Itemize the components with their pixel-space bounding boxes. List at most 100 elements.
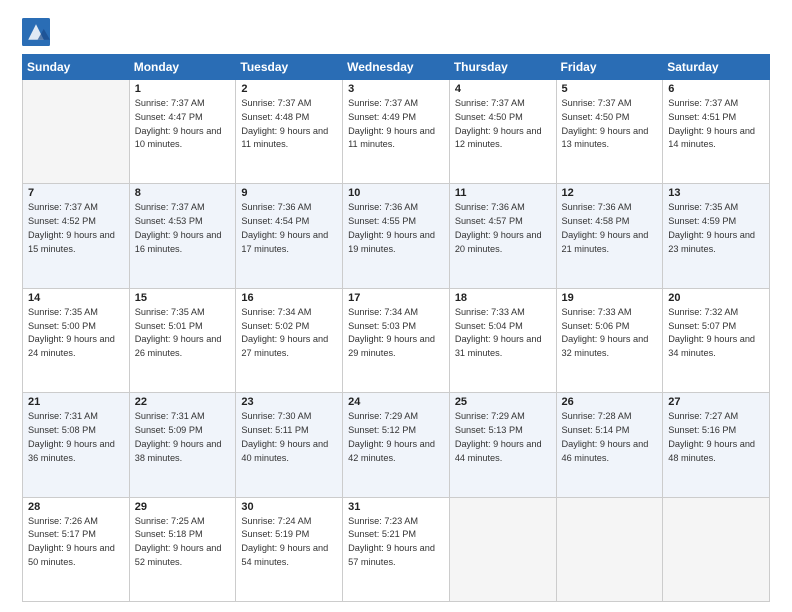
- calendar-cell: 2 Sunrise: 7:37 AMSunset: 4:48 PMDaylight…: [236, 80, 343, 184]
- day-number: 18: [455, 292, 551, 304]
- calendar-cell: 28 Sunrise: 7:26 AMSunset: 5:17 PMDayligh…: [23, 497, 130, 601]
- day-number: 3: [348, 83, 444, 95]
- calendar-cell: 10Sunrise: 7:36 AMSunset: 4:55 PMDayligh…: [343, 184, 450, 288]
- calendar-cell: 26Sunrise: 7:28 AMSunset: 5:14 PMDayligh…: [556, 393, 663, 497]
- day-info: Sunrise: 7:37 AMSunset: 4:53 PMDaylight:…: [135, 201, 231, 256]
- day-info: Sunrise: 7:36 AMSunset: 4:58 PMDaylight:…: [562, 201, 658, 256]
- calendar-week-row: 7 Sunrise: 7:37 AMSunset: 4:52 PMDaylight…: [23, 184, 770, 288]
- header: [22, 18, 770, 46]
- day-info: Sunrise: 7:29 AMSunset: 5:12 PMDaylight:…: [348, 410, 444, 465]
- day-number: 9: [241, 187, 337, 199]
- day-info: Sunrise: 7:29 AMSunset: 5:13 PMDaylight:…: [455, 410, 551, 465]
- day-info: Sunrise: 7:25 AMSunset: 5:18 PMDaylight:…: [135, 515, 231, 570]
- day-number: 26: [562, 396, 658, 408]
- calendar-cell: 12 Sunrise: 7:36 AMSunset: 4:58 PMDayligh…: [556, 184, 663, 288]
- day-number: 7: [28, 187, 124, 199]
- day-info: Sunrise: 7:37 AMSunset: 4:52 PMDaylight:…: [28, 201, 124, 256]
- calendar-cell: [23, 80, 130, 184]
- calendar-week-row: 14 Sunrise: 7:35 AMSunset: 5:00 PMDayligh…: [23, 288, 770, 392]
- day-info: Sunrise: 7:23 AMSunset: 5:21 PMDaylight:…: [348, 515, 444, 570]
- day-info: Sunrise: 7:34 AMSunset: 5:02 PMDaylight:…: [241, 306, 337, 361]
- day-number: 2: [241, 83, 337, 95]
- calendar-cell: 24Sunrise: 7:29 AMSunset: 5:12 PMDayligh…: [343, 393, 450, 497]
- day-number: 11: [455, 187, 551, 199]
- day-info: Sunrise: 7:35 AMSunset: 4:59 PMDaylight:…: [668, 201, 764, 256]
- day-number: 17: [348, 292, 444, 304]
- day-info: Sunrise: 7:34 AMSunset: 5:03 PMDaylight:…: [348, 306, 444, 361]
- calendar-cell: 29 Sunrise: 7:25 AMSunset: 5:18 PMDayligh…: [129, 497, 236, 601]
- calendar-cell: 31 Sunrise: 7:23 AMSunset: 5:21 PMDayligh…: [343, 497, 450, 601]
- calendar-header-wednesday: Wednesday: [343, 55, 450, 80]
- calendar-header-row: SundayMondayTuesdayWednesdayThursdayFrid…: [23, 55, 770, 80]
- calendar-cell: 5 Sunrise: 7:37 AMSunset: 4:50 PMDaylight…: [556, 80, 663, 184]
- logo-icon: [22, 18, 50, 46]
- day-info: Sunrise: 7:32 AMSunset: 5:07 PMDaylight:…: [668, 306, 764, 361]
- day-info: Sunrise: 7:37 AMSunset: 4:49 PMDaylight:…: [348, 97, 444, 152]
- day-number: 1: [135, 83, 231, 95]
- day-number: 30: [241, 501, 337, 513]
- day-number: 16: [241, 292, 337, 304]
- day-info: Sunrise: 7:37 AMSunset: 4:48 PMDaylight:…: [241, 97, 337, 152]
- calendar-cell: 8 Sunrise: 7:37 AMSunset: 4:53 PMDaylight…: [129, 184, 236, 288]
- calendar-cell: 23 Sunrise: 7:30 AMSunset: 5:11 PMDayligh…: [236, 393, 343, 497]
- day-info: Sunrise: 7:36 AMSunset: 4:54 PMDaylight:…: [241, 201, 337, 256]
- calendar-week-row: 1Sunrise: 7:37 AMSunset: 4:47 PMDaylight…: [23, 80, 770, 184]
- calendar-cell: 30 Sunrise: 7:24 AMSunset: 5:19 PMDayligh…: [236, 497, 343, 601]
- calendar-cell: [556, 497, 663, 601]
- day-number: 4: [455, 83, 551, 95]
- calendar-table: SundayMondayTuesdayWednesdayThursdayFrid…: [22, 54, 770, 602]
- calendar-cell: 13 Sunrise: 7:35 AMSunset: 4:59 PMDayligh…: [663, 184, 770, 288]
- day-number: 28: [28, 501, 124, 513]
- day-info: Sunrise: 7:33 AMSunset: 5:04 PMDaylight:…: [455, 306, 551, 361]
- day-info: Sunrise: 7:26 AMSunset: 5:17 PMDaylight:…: [28, 515, 124, 570]
- calendar-cell: 3 Sunrise: 7:37 AMSunset: 4:49 PMDaylight…: [343, 80, 450, 184]
- day-number: 5: [562, 83, 658, 95]
- day-info: Sunrise: 7:37 AMSunset: 4:50 PMDaylight:…: [562, 97, 658, 152]
- calendar-header-saturday: Saturday: [663, 55, 770, 80]
- day-number: 6: [668, 83, 764, 95]
- calendar-cell: 4 Sunrise: 7:37 AMSunset: 4:50 PMDaylight…: [449, 80, 556, 184]
- calendar-cell: 18 Sunrise: 7:33 AMSunset: 5:04 PMDayligh…: [449, 288, 556, 392]
- day-number: 13: [668, 187, 764, 199]
- day-info: Sunrise: 7:31 AMSunset: 5:09 PMDaylight:…: [135, 410, 231, 465]
- day-number: 23: [241, 396, 337, 408]
- calendar-header-sunday: Sunday: [23, 55, 130, 80]
- calendar-cell: 7 Sunrise: 7:37 AMSunset: 4:52 PMDaylight…: [23, 184, 130, 288]
- day-number: 25: [455, 396, 551, 408]
- calendar-cell: 17 Sunrise: 7:34 AMSunset: 5:03 PMDayligh…: [343, 288, 450, 392]
- day-info: Sunrise: 7:24 AMSunset: 5:19 PMDaylight:…: [241, 515, 337, 570]
- day-number: 15: [135, 292, 231, 304]
- day-number: 19: [562, 292, 658, 304]
- calendar-cell: 20Sunrise: 7:32 AMSunset: 5:07 PMDayligh…: [663, 288, 770, 392]
- calendar-header-monday: Monday: [129, 55, 236, 80]
- calendar-cell: 27 Sunrise: 7:27 AMSunset: 5:16 PMDayligh…: [663, 393, 770, 497]
- day-number: 29: [135, 501, 231, 513]
- logo: [22, 18, 56, 46]
- calendar-header-thursday: Thursday: [449, 55, 556, 80]
- calendar-cell: 6 Sunrise: 7:37 AMSunset: 4:51 PMDaylight…: [663, 80, 770, 184]
- day-info: Sunrise: 7:37 AMSunset: 4:51 PMDaylight:…: [668, 97, 764, 152]
- calendar-cell: 9 Sunrise: 7:36 AMSunset: 4:54 PMDaylight…: [236, 184, 343, 288]
- calendar-cell: 14 Sunrise: 7:35 AMSunset: 5:00 PMDayligh…: [23, 288, 130, 392]
- calendar-cell: 19 Sunrise: 7:33 AMSunset: 5:06 PMDayligh…: [556, 288, 663, 392]
- day-info: Sunrise: 7:37 AMSunset: 4:50 PMDaylight:…: [455, 97, 551, 152]
- day-number: 27: [668, 396, 764, 408]
- calendar-cell: 22 Sunrise: 7:31 AMSunset: 5:09 PMDayligh…: [129, 393, 236, 497]
- day-number: 12: [562, 187, 658, 199]
- day-info: Sunrise: 7:35 AMSunset: 5:00 PMDaylight:…: [28, 306, 124, 361]
- calendar-week-row: 28 Sunrise: 7:26 AMSunset: 5:17 PMDayligh…: [23, 497, 770, 601]
- calendar-cell: [449, 497, 556, 601]
- day-info: Sunrise: 7:31 AMSunset: 5:08 PMDaylight:…: [28, 410, 124, 465]
- day-info: Sunrise: 7:27 AMSunset: 5:16 PMDaylight:…: [668, 410, 764, 465]
- day-info: Sunrise: 7:30 AMSunset: 5:11 PMDaylight:…: [241, 410, 337, 465]
- day-number: 8: [135, 187, 231, 199]
- calendar-cell: 21Sunrise: 7:31 AMSunset: 5:08 PMDayligh…: [23, 393, 130, 497]
- day-number: 31: [348, 501, 444, 513]
- day-number: 22: [135, 396, 231, 408]
- day-info: Sunrise: 7:33 AMSunset: 5:06 PMDaylight:…: [562, 306, 658, 361]
- day-number: 14: [28, 292, 124, 304]
- calendar-cell: 15Sunrise: 7:35 AMSunset: 5:01 PMDayligh…: [129, 288, 236, 392]
- calendar-cell: 16 Sunrise: 7:34 AMSunset: 5:02 PMDayligh…: [236, 288, 343, 392]
- calendar-cell: 25 Sunrise: 7:29 AMSunset: 5:13 PMDayligh…: [449, 393, 556, 497]
- day-number: 10: [348, 187, 444, 199]
